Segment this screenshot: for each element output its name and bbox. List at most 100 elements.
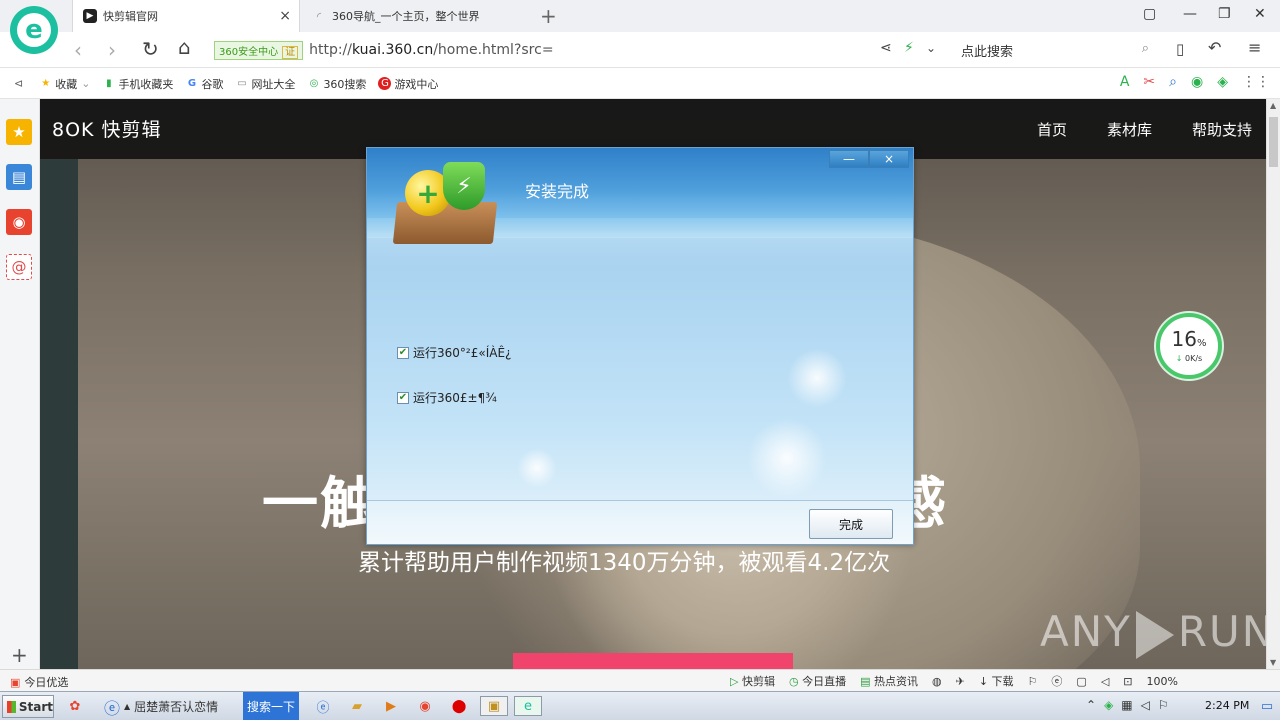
bookmark-mobile-favorites[interactable]: ▮ 手机收藏夹: [102, 76, 173, 92]
option-run-360-safeguard[interactable]: ✔ 运行360°²£«ÍÀÊ¿: [397, 344, 511, 361]
window-icon[interactable]: ▢: [1076, 675, 1086, 688]
bookmark-site-directory[interactable]: ▭ 网址大全: [235, 76, 295, 92]
browser-360-taskbar-icon[interactable]: e: [514, 696, 542, 716]
grid-icon[interactable]: ⋮⋮: [1242, 74, 1270, 90]
gamepad-icon[interactable]: ◉: [1191, 74, 1203, 90]
favorites-star-icon[interactable]: ★: [6, 119, 32, 145]
zoom-level[interactable]: 100%: [1147, 675, 1178, 688]
google-icon: G: [187, 78, 197, 89]
speed-rate-value: 0K/s: [1185, 354, 1203, 363]
ie-icon[interactable]: ⓔ: [312, 696, 334, 716]
mobile-icon[interactable]: ▯: [1176, 40, 1184, 58]
weibo-icon[interactable]: ◉: [6, 209, 32, 235]
network-speed-widget[interactable]: 16% ↓ 0K/s: [1156, 313, 1222, 379]
taskbar-clock[interactable]: 2:24 PM: [1205, 699, 1249, 712]
dialog-minimize-button[interactable]: —: [829, 150, 869, 168]
folder-icon[interactable]: ▰: [346, 696, 368, 716]
undo-icon[interactable]: ↶: [1208, 38, 1221, 57]
status-live[interactable]: ◷ 今日直播: [789, 673, 846, 689]
scrollbar-thumb[interactable]: [1269, 117, 1278, 167]
reader-icon[interactable]: ▤: [6, 164, 32, 190]
chevron-down-icon[interactable]: ⌄: [926, 41, 936, 55]
scroll-down-icon[interactable]: ▼: [1270, 658, 1276, 667]
search-placeholder: 点此搜索: [961, 45, 1014, 60]
color-balls-icon[interactable]: ✿: [64, 696, 86, 716]
news-icon: ▤: [860, 675, 871, 688]
play-icon: ▷: [730, 675, 739, 688]
done-button[interactable]: 完成: [809, 509, 893, 539]
nav-material-library[interactable]: 素材库: [1107, 119, 1152, 140]
security-badge[interactable]: 360安全中心证: [214, 40, 304, 60]
bookmark-label: 收藏: [55, 77, 78, 91]
nav-help-support[interactable]: 帮助支持: [1192, 119, 1252, 140]
page-scrollbar[interactable]: ▲ ▼: [1266, 99, 1280, 669]
volume-icon[interactable]: ◁: [1101, 675, 1109, 688]
tab-close-icon[interactable]: ×: [279, 8, 291, 24]
tab-kuaijianji[interactable]: ▶ 快剪辑官网 ×: [72, 0, 300, 32]
tab-360-navigation[interactable]: ◜ 360导航_一个主页，整个世界: [302, 0, 530, 32]
search-icon[interactable]: ⌕: [1142, 41, 1149, 56]
start-button[interactable]: Start: [2, 695, 54, 718]
minimize-window-button[interactable]: —: [1183, 6, 1197, 22]
mail-icon[interactable]: @: [6, 254, 32, 280]
tray-shield-icon[interactable]: ◈: [1104, 698, 1113, 712]
back-button[interactable]: ‹: [74, 38, 82, 62]
add-sidebar-item-button[interactable]: +: [11, 643, 28, 667]
bookmark-game-center[interactable]: G 游戏中心: [378, 76, 438, 92]
pin-icon[interactable]: ✈: [956, 675, 965, 688]
speed-mode-icon[interactable]: ⚡: [904, 40, 914, 56]
browser-360-logo[interactable]: e: [10, 6, 58, 54]
sidebar-toggle-icon[interactable]: ⊲: [14, 77, 23, 90]
nav-home[interactable]: 首页: [1037, 119, 1067, 140]
tray-flag-icon[interactable]: ⚐: [1158, 698, 1169, 712]
tray-volume-icon[interactable]: ◁: [1141, 698, 1150, 712]
home-button[interactable]: ⌂: [178, 35, 191, 59]
skin-icon[interactable]: ▢: [1143, 6, 1156, 22]
taskbar-ie-news[interactable]: ⓔ ▲ 屈楚萧否认恋情: [104, 695, 218, 718]
system-tray: ⌃ ◈ ▦ ◁ ⚐: [1086, 698, 1169, 712]
extension-toolbar: A ✂ ⌕ ◉ ◈ ⋮⋮: [1120, 74, 1270, 90]
game-icon: G: [378, 77, 392, 90]
site-logo[interactable]: 8OK 快剪辑: [52, 115, 162, 142]
antivirus-icon[interactable]: ⬤: [448, 696, 470, 716]
reload-button[interactable]: ↻: [142, 37, 159, 61]
checkbox[interactable]: ✔: [397, 391, 409, 404]
installer-taskbar-icon[interactable]: ▣: [480, 696, 508, 716]
accelerate-icon[interactable]: ◍: [932, 675, 942, 688]
shield-icon[interactable]: ◈: [1217, 74, 1228, 90]
option-run-360-antivirus[interactable]: ✔ 运行360£±¶¾: [397, 389, 497, 406]
restore-window-button[interactable]: ❐: [1218, 6, 1231, 22]
dialog-close-button[interactable]: ×: [869, 150, 909, 168]
forward-button[interactable]: ›: [108, 38, 116, 62]
bookmark-favorites[interactable]: ★ 收藏 ⌄: [39, 76, 90, 92]
share-icon[interactable]: ⋖: [880, 40, 892, 56]
media-player-icon[interactable]: ▶: [380, 696, 402, 716]
bookmark-360-search[interactable]: ◎ 360搜索: [307, 76, 367, 92]
flag-icon[interactable]: ⚐: [1028, 675, 1038, 688]
tray-expand-icon[interactable]: ⌃: [1086, 698, 1096, 712]
checkbox[interactable]: ✔: [397, 346, 409, 359]
daily-picks[interactable]: ▣ 今日优选: [10, 674, 68, 690]
translate-icon[interactable]: A: [1120, 74, 1130, 90]
tray-network-icon[interactable]: ▦: [1121, 698, 1132, 712]
scissors-icon[interactable]: ✂: [1143, 74, 1155, 90]
show-desktop-icon[interactable]: ▭: [1256, 696, 1278, 716]
status-kuaijianji[interactable]: ▷ 快剪辑: [730, 673, 775, 689]
search-input[interactable]: 点此搜索 ⌕: [955, 38, 1155, 62]
menu-icon[interactable]: ≡: [1248, 38, 1261, 57]
url-field[interactable]: 360安全中心证 http://kuai.360.cn/home.html?sr…: [214, 37, 944, 63]
screenshot-icon[interactable]: ⊡: [1123, 675, 1132, 688]
bookmark-google[interactable]: G 谷歌: [185, 76, 224, 92]
status-news[interactable]: ▤ 热点资讯: [860, 673, 918, 689]
download-button[interactable]: [513, 653, 793, 669]
cert-badge: 证: [282, 45, 299, 59]
scroll-up-icon[interactable]: ▲: [1270, 101, 1276, 110]
status-item-label: 快剪辑: [741, 675, 775, 688]
taskbar-search-button[interactable]: 搜索一下: [243, 692, 299, 720]
new-tab-button[interactable]: +: [540, 4, 557, 28]
status-download[interactable]: ↓ 下载: [979, 673, 1014, 689]
ie-mode-icon[interactable]: ⓔ: [1051, 673, 1062, 689]
close-window-button[interactable]: ✕: [1254, 6, 1266, 22]
chrome-icon[interactable]: ◉: [414, 696, 436, 716]
magnifier-icon[interactable]: ⌕: [1169, 74, 1177, 90]
